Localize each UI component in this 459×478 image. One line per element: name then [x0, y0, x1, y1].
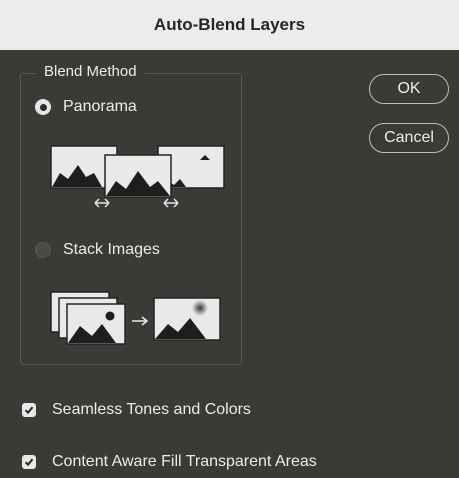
panorama-radio-option[interactable]: Panorama [35, 98, 137, 116]
content-aware-fill-checkbox[interactable] [22, 455, 36, 469]
blend-method-legend: Blend Method [36, 63, 145, 80]
ok-button[interactable]: OK [369, 74, 449, 104]
stack-images-radio-option[interactable]: Stack Images [35, 241, 160, 259]
content-aware-fill-option[interactable]: Content Aware Fill Transparent Areas [22, 453, 317, 471]
seamless-tones-option[interactable]: Seamless Tones and Colors [22, 401, 251, 419]
panorama-radio[interactable] [35, 99, 51, 115]
dialog-title-bar: Auto-Blend Layers [0, 0, 459, 50]
checkmark-icon [24, 458, 34, 467]
seamless-tones-label: Seamless Tones and Colors [52, 401, 251, 418]
stack-images-illustration-icon [50, 291, 221, 345]
panorama-label: Panorama [63, 98, 137, 115]
stack-images-label: Stack Images [63, 241, 160, 258]
seamless-tones-checkbox[interactable] [22, 403, 36, 417]
checkmark-icon [24, 406, 34, 415]
panorama-illustration-icon [50, 145, 225, 208]
stack-images-radio[interactable] [35, 242, 51, 258]
cancel-button[interactable]: Cancel [369, 123, 449, 153]
dialog-title: Auto-Blend Layers [153, 15, 306, 34]
content-aware-fill-label: Content Aware Fill Transparent Areas [52, 453, 317, 470]
